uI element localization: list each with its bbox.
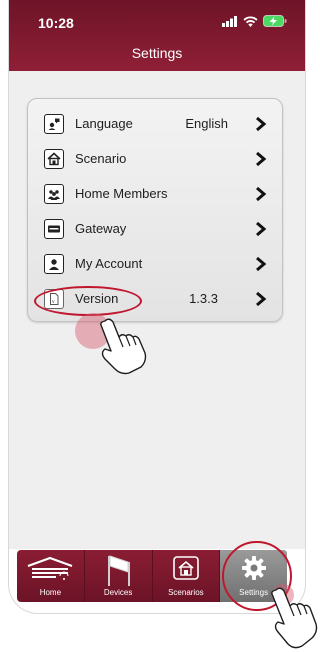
chevron-right-icon: [256, 151, 267, 167]
tab-label: Devices: [103, 588, 133, 597]
status-time: 10:28: [38, 15, 74, 31]
chevron-right-icon: [256, 186, 267, 202]
chevron-right-icon: [256, 221, 267, 237]
settings-item-label: Scenario: [75, 151, 127, 166]
settings-item-label: Version: [75, 291, 119, 306]
settings-content: Language English Scenario Home Members G…: [9, 71, 305, 549]
settings-item-gateway[interactable]: Gateway: [28, 211, 282, 247]
chevron-right-icon: [256, 116, 267, 132]
version-icon: v: [44, 289, 64, 309]
home-icon: [27, 556, 73, 580]
settings-item-my-account[interactable]: My Account: [28, 246, 282, 282]
chevron-right-icon: [256, 291, 267, 307]
signal-icon: [222, 15, 237, 27]
page-title: Settings: [131, 45, 183, 61]
tab-home[interactable]: Home: [17, 550, 85, 602]
tab-scenarios[interactable]: Scenarios: [153, 550, 221, 602]
settings-item-label: Home Members: [75, 186, 168, 201]
wifi-icon: [243, 15, 258, 27]
account-icon: [44, 254, 64, 274]
bottom-tab-bar: Home Devices Scenarios Settings: [17, 550, 287, 602]
home-members-icon: [44, 184, 64, 204]
scenario-icon: [44, 149, 64, 169]
tab-label: Home: [39, 588, 62, 597]
settings-item-scenario[interactable]: Scenario: [28, 141, 282, 177]
tab-devices[interactable]: Devices: [85, 550, 153, 602]
devices-icon: [108, 555, 131, 586]
settings-card: Language English Scenario Home Members G…: [27, 98, 283, 322]
settings-item-home-members[interactable]: Home Members: [28, 176, 282, 212]
language-icon: [44, 114, 64, 134]
settings-item-label: Language: [75, 116, 133, 131]
tap-hand-icon: [100, 318, 147, 375]
chevron-right-icon: [256, 256, 267, 272]
battery-charging-icon: [263, 15, 287, 27]
settings-gear-icon: [241, 556, 266, 580]
app-header: 10:28 Settings: [9, 0, 305, 71]
tab-settings[interactable]: Settings: [220, 550, 287, 602]
version-value: 1.3.3: [189, 291, 218, 306]
settings-item-language[interactable]: Language English: [28, 106, 282, 142]
scenarios-icon: [173, 556, 199, 580]
gateway-icon: [44, 219, 64, 239]
phone-screen: 10:28 Settings Language English Scenario…: [8, 0, 306, 614]
tab-label: Settings: [239, 588, 269, 597]
settings-item-label: Gateway: [75, 221, 127, 236]
settings-item-version[interactable]: v Version 1.3.3: [28, 281, 282, 317]
tab-label: Scenarios: [168, 588, 204, 597]
settings-item-label: My Account: [75, 256, 143, 271]
status-icons: [222, 15, 287, 27]
language-value: English: [185, 116, 228, 131]
